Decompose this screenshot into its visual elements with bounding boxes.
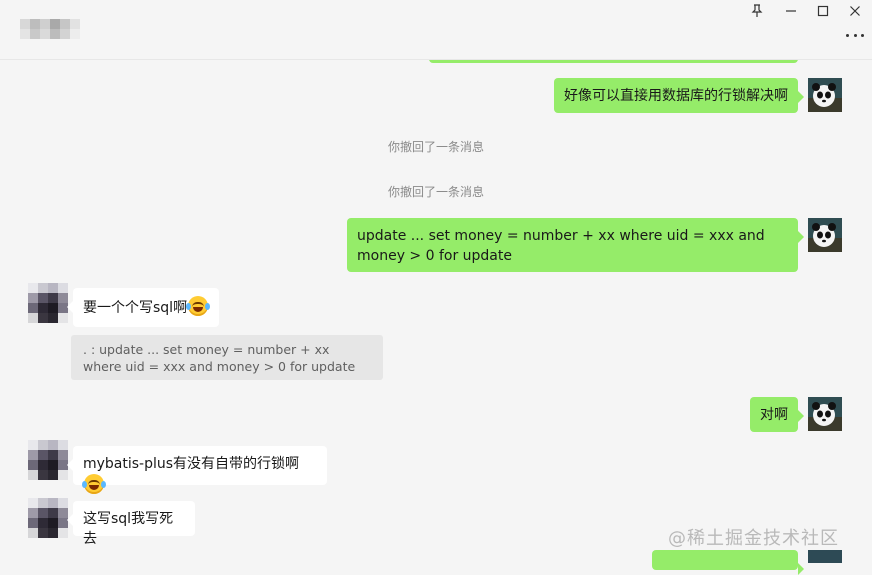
avatar[interactable] [808, 218, 842, 252]
maximize-icon [817, 5, 829, 17]
watermark: @稀土掘金技术社区 [668, 528, 839, 549]
more-dots-icon[interactable] [846, 28, 864, 42]
laugh-cry-emoji-icon [82, 474, 106, 494]
avatar[interactable] [808, 397, 842, 431]
message-bubble[interactable]: 这写sql我写死去 [67, 501, 195, 547]
laugh-cry-emoji-icon [186, 296, 211, 316]
message-bubble[interactable]: 对啊 [750, 397, 804, 432]
recall-notice[interactable]: 你撤回了一条消息 [0, 138, 872, 155]
message-text: 对啊 [760, 407, 788, 423]
maximize-button[interactable] [811, 2, 835, 20]
avatar[interactable] [808, 78, 842, 112]
message-bubble[interactable]: 好像可以直接用数据库的行锁解决啊 [554, 78, 804, 113]
message-bubble-cut[interactable] [652, 550, 804, 575]
close-icon [850, 6, 860, 16]
message-bubble[interactable]: update ... set money = number + xx where… [347, 218, 804, 272]
pin-button[interactable] [745, 2, 769, 20]
recall-notice[interactable]: 你撤回了一条消息 [0, 183, 872, 200]
contact-name-blurred [20, 19, 80, 39]
avatar-blurred[interactable] [28, 283, 68, 325]
close-button[interactable] [843, 2, 867, 20]
avatar[interactable] [808, 550, 842, 563]
message-bubble[interactable]: 要一个个写sql啊 [67, 288, 219, 327]
avatar-blurred[interactable] [28, 498, 68, 540]
panda-avatar-icon [808, 218, 842, 252]
message-text: mybatis-plus有没有自带的行锁啊 [83, 456, 300, 472]
minimize-icon [786, 10, 796, 12]
quoted-message[interactable]: . : update ... set money = number + xx w… [71, 335, 383, 380]
message-text: 要一个个写sql啊 [83, 300, 188, 316]
message-text: 这写sql我写死去 [83, 511, 174, 547]
pin-icon [751, 4, 763, 17]
chat-header [0, 0, 872, 60]
minimize-button[interactable] [779, 2, 803, 20]
message-text: update ... set money = number + xx where… [357, 228, 765, 264]
message-bubble[interactable]: mybatis-plus有没有自带的行锁啊 [67, 446, 327, 494]
panda-avatar-icon [808, 397, 842, 431]
message-text: 好像可以直接用数据库的行锁解决啊 [564, 88, 788, 104]
avatar-blurred[interactable] [28, 440, 68, 482]
quote-text: . : update ... set money = number + xx w… [83, 342, 356, 374]
panda-avatar-icon [808, 78, 842, 112]
